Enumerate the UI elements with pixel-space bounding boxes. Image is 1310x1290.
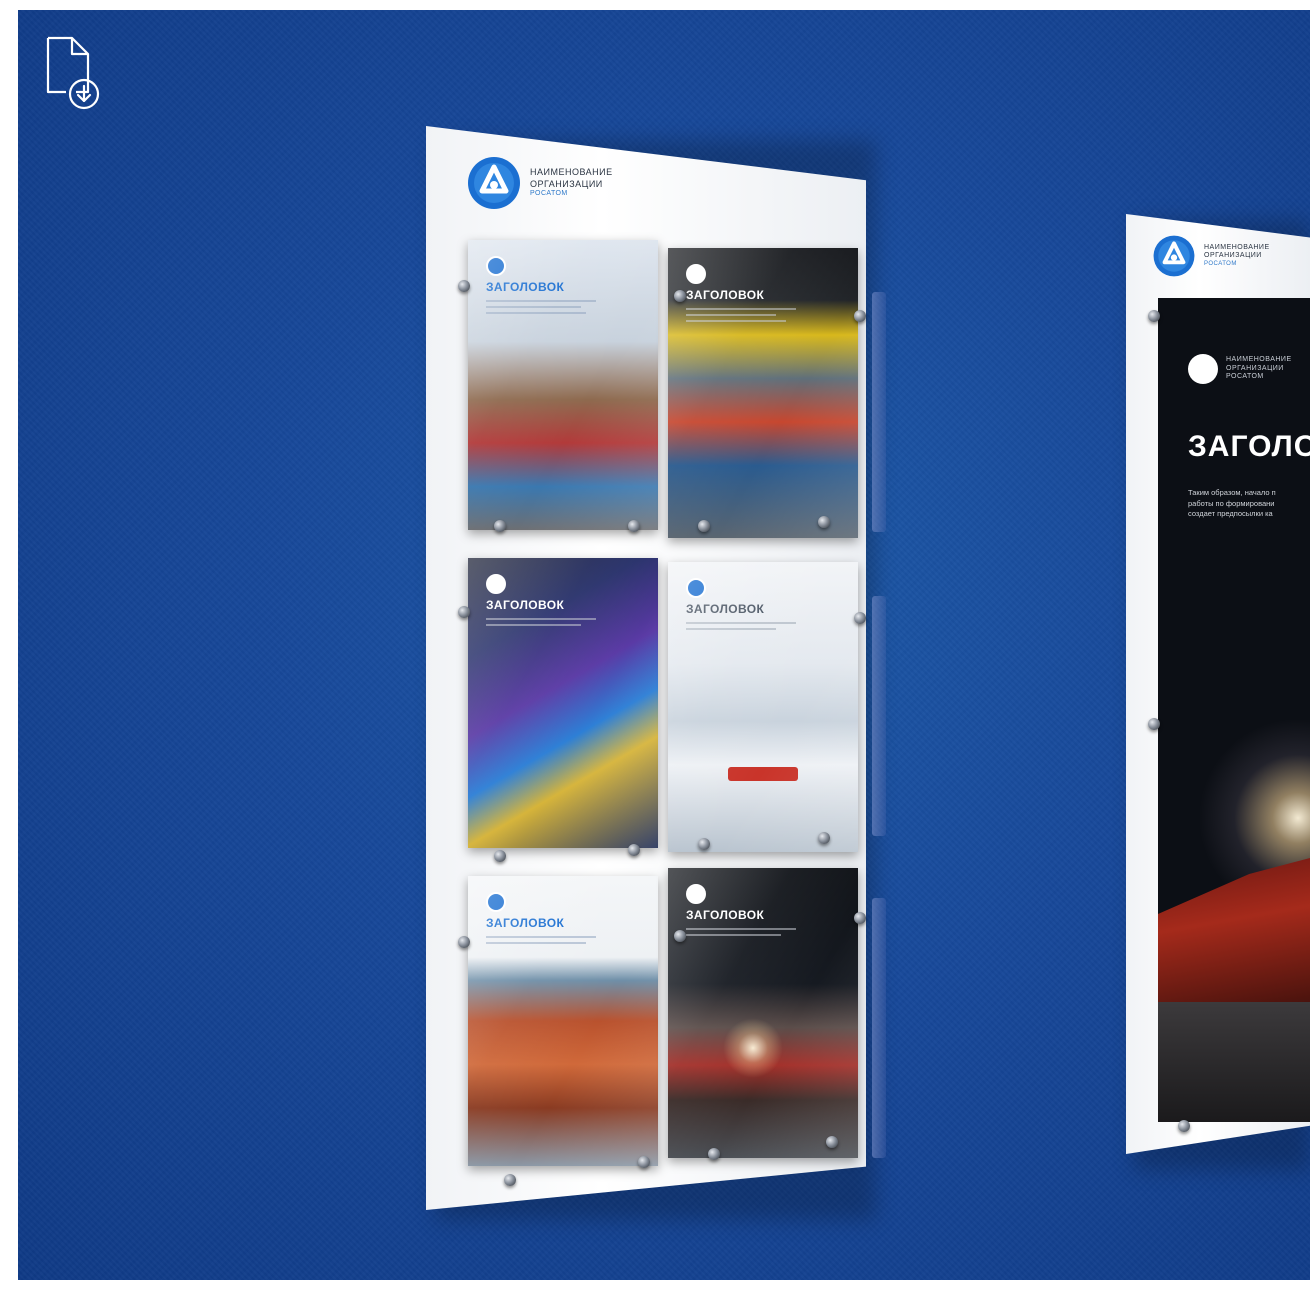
standoff-screw	[674, 290, 686, 302]
icebreaker-shape	[728, 767, 798, 781]
acrylic-edge	[872, 898, 886, 1158]
ice-field	[1158, 1002, 1310, 1122]
brochure-text-lines	[686, 308, 806, 326]
brochure-pocket-1[interactable]: ЗАГОЛОВОК	[468, 240, 658, 530]
logo-line-1: НАИМЕНОВАНИЕ	[530, 167, 613, 178]
mini-logo-icon	[686, 884, 706, 904]
standoff-screw	[494, 520, 506, 532]
standoff-screw	[854, 612, 866, 624]
standoff-screw	[458, 936, 470, 948]
brochure-stand-scene: НАИМЕНОВАНИЕ ОРГАНИЗАЦИИ РОСАТОМ ЗАГОЛОВ…	[18, 10, 1310, 1280]
logo-brand: РОСАТОМ	[1204, 261, 1237, 267]
standoff-screw	[458, 606, 470, 618]
standoff-screw	[638, 1156, 650, 1168]
logo-line-1: НАИМЕНОВАНИЕ	[1204, 243, 1270, 251]
logo-line-2: ОРГАНИЗАЦИИ	[530, 178, 603, 189]
brochure-title: ЗАГОЛОВОК	[686, 908, 765, 922]
standoff-screw	[1178, 1120, 1190, 1132]
poster-body-line-3: создает предпосылки ка	[1188, 509, 1273, 518]
standoff-screw	[628, 844, 640, 856]
poster-body-line-1: Таким образом, начало п	[1188, 488, 1276, 497]
brochure-title: ЗАГОЛОВОК	[486, 280, 565, 294]
rosatom-logo-icon	[1153, 235, 1195, 277]
large-poster[interactable]: НАИМЕНОВАНИЕ ОРГАНИЗАЦИИ РОСАТОМ ЗАГОЛО …	[1158, 298, 1310, 1122]
standoff-screw	[494, 850, 506, 862]
poster-title: ЗАГОЛО	[1188, 430, 1310, 463]
poster-logo: НАИМЕНОВАНИЕ ОРГАНИЗАЦИИ РОСАТОМ	[1188, 354, 1292, 384]
standoff-screw	[1148, 718, 1160, 730]
brochure-pocket-5[interactable]: ЗАГОЛОВОК	[468, 876, 658, 1166]
spotlight-glow	[723, 1018, 783, 1078]
standoff-screw	[708, 1148, 720, 1160]
brochure-text-lines	[686, 622, 806, 634]
acrylic-edge	[872, 596, 886, 836]
standoff-screw	[818, 832, 830, 844]
mini-logo-icon	[686, 264, 706, 284]
poster-body: Таким образом, начало п работы по формир…	[1188, 488, 1310, 520]
left-stand-logo: НАИМЕНОВАНИЕ ОРГАНИЗАЦИИ РОСАТОМ	[466, 155, 613, 211]
poster-logo-line-2: ОРГАНИЗАЦИИ	[1226, 364, 1284, 372]
standoff-screw	[1148, 310, 1160, 322]
standoff-screw	[458, 280, 470, 292]
brochure-text-lines	[686, 928, 806, 940]
standoff-screw	[854, 912, 866, 924]
standoff-screw	[628, 520, 640, 532]
brochure-text-lines	[486, 618, 606, 630]
mini-logo-icon	[686, 578, 706, 598]
right-stand-logo: НАИМЕНОВАНИЕ ОРГАНИЗАЦИИ РОСАТОМ	[1152, 234, 1270, 278]
mini-logo-icon	[486, 256, 506, 276]
brochure-pocket-3[interactable]: ЗАГОЛОВОК	[468, 558, 658, 848]
brochure-pocket-2[interactable]: ЗАГОЛОВОК	[668, 248, 858, 538]
standoff-screw	[854, 310, 866, 322]
brochure-title: ЗАГОЛОВОК	[486, 598, 565, 612]
standoff-screw	[698, 520, 710, 532]
mini-logo-icon	[486, 574, 506, 594]
brochure-title: ЗАГОЛОВОК	[686, 288, 765, 302]
brochure-text-lines	[486, 300, 606, 318]
photo-viewport: НАИМЕНОВАНИЕ ОРГАНИЗАЦИИ РОСАТОМ ЗАГОЛОВ…	[18, 10, 1310, 1280]
standoff-screw	[698, 838, 710, 850]
rosatom-logo-icon	[468, 157, 520, 209]
poster-body-line-2: работы по формировани	[1188, 498, 1275, 508]
standoff-screw	[504, 1174, 516, 1186]
brochure-text-lines	[486, 936, 606, 948]
mini-logo-icon	[486, 892, 506, 912]
logo-line-2: ОРГАНИЗАЦИИ	[1204, 252, 1262, 260]
brochure-title: ЗАГОЛОВОК	[686, 602, 765, 616]
poster-logo-line-1: НАИМЕНОВАНИЕ	[1226, 355, 1292, 363]
logo-brand: РОСАТОМ	[530, 189, 568, 197]
brochure-title: ЗАГОЛОВОК	[486, 916, 565, 930]
poster-logo-icon	[1188, 354, 1218, 384]
icebreaker-shape	[1158, 858, 1310, 1018]
acrylic-edge	[872, 292, 886, 532]
standoff-screw	[818, 516, 830, 528]
brochure-pocket-6[interactable]: ЗАГОЛОВОК	[668, 868, 858, 1158]
brochure-pocket-4[interactable]: ЗАГОЛОВОК	[668, 562, 858, 852]
standoff-screw	[826, 1136, 838, 1148]
standoff-screw	[674, 930, 686, 942]
poster-logo-brand: РОСАТОМ	[1226, 373, 1264, 381]
